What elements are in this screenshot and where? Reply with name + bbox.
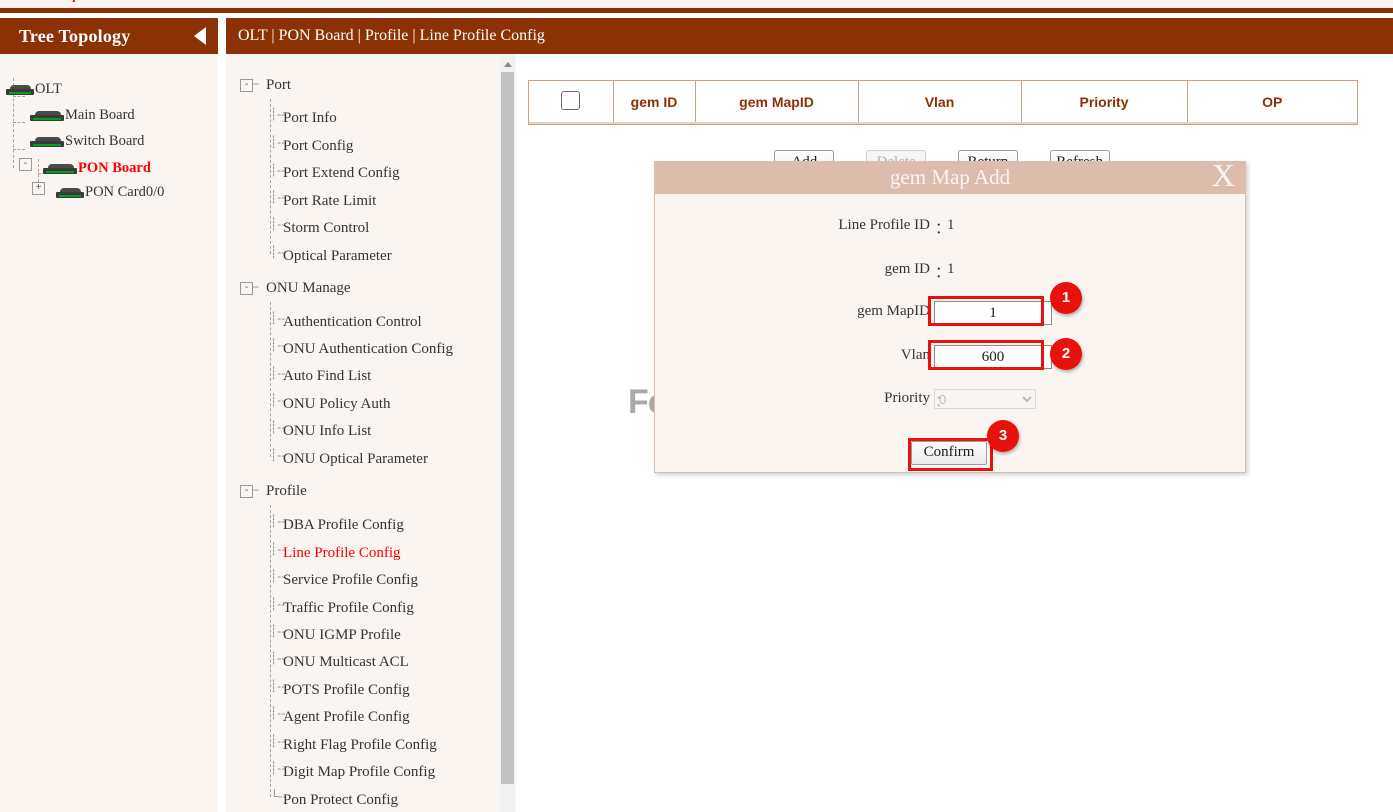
dialog-title-bar: gem Map Add X [655, 162, 1245, 194]
menu-item-optical-parameter[interactable]: Optical Parameter [283, 248, 392, 265]
field-row-line-profile-id: Line Profile ID ： 1 [655, 217, 1245, 241]
menu-item-right-flag-profile-config[interactable]: Right Flag Profile Config [283, 737, 437, 754]
menu-item-agent-profile-config[interactable]: Agent Profile Config [283, 709, 410, 726]
table-header-vlan: Vlan [858, 81, 1021, 123]
tree-node-olt[interactable]: OLT [6, 79, 62, 99]
navigation-menu-panel: - – Port ┊-- Port Info ┊-- Port Config ┊… [226, 54, 516, 812]
gem-mapid-label: gem MapID [655, 303, 930, 320]
menu-item-onu-authentication-config[interactable]: ONU Authentication Config [283, 341, 453, 358]
menu-item-auto-find-list[interactable]: Auto Find List [283, 368, 371, 385]
tree-connector [13, 122, 25, 123]
gem-id-label: gem ID [655, 261, 930, 278]
table-header-gem-mapid: gem MapID [695, 81, 858, 123]
highlight-vlan [928, 340, 1044, 370]
menu-group-onu-manage[interactable]: ONU Manage [266, 280, 351, 297]
priority-dropdown: 0 [934, 389, 1036, 409]
menu-item-onu-optical-parameter[interactable]: ONU Optical Parameter [283, 451, 428, 468]
annotation-badge-1: 1 [1050, 282, 1082, 314]
menu-item-onu-policy-auth[interactable]: ONU Policy Auth [283, 396, 391, 413]
tree-node-label: PON Board [78, 160, 151, 176]
tree-node-switch-board[interactable]: Switch Board [30, 131, 144, 151]
dialog-title: gem Map Add [655, 165, 1245, 190]
table-header-priority: Priority [1021, 81, 1187, 123]
field-row-gem-id: gem ID ： 1 [655, 261, 1245, 285]
highlight-confirm [908, 438, 993, 471]
device-board-icon [30, 109, 64, 121]
table-header-gem-id: gem ID [613, 81, 695, 123]
tree-topology-header: Tree Topology [0, 18, 218, 54]
gem-id-value: 1 [947, 261, 955, 278]
vlan-label: Vlan [655, 347, 930, 364]
menu-scrollbar-thumb[interactable] [501, 72, 514, 784]
menu-group-profile[interactable]: Profile [266, 483, 307, 500]
tree-node-pon-board[interactable]: PON Board [43, 158, 151, 178]
menu-item-port-extend-config[interactable]: Port Extend Config [283, 165, 400, 182]
annotation-badge-2: 2 [1050, 338, 1082, 370]
menu-item-pon-protect-config[interactable]: Pon Protect Config [283, 792, 398, 809]
menu-item-port-info[interactable]: Port Info [283, 110, 337, 127]
device-board-icon [30, 135, 64, 147]
highlight-gem-mapid [928, 296, 1044, 326]
menu-item-storm-control[interactable]: Storm Control [283, 220, 369, 237]
tree-node-pon-card[interactable]: PON Card0/0 [56, 182, 164, 202]
menu-item-service-profile-config[interactable]: Service Profile Config [283, 572, 418, 589]
triangle-left-icon[interactable] [194, 27, 206, 45]
navigation-menu-list: - – Port ┊-- Port Info ┊-- Port Config ┊… [226, 54, 498, 812]
top-divider-rule [0, 8, 1393, 13]
close-icon[interactable]: X [1212, 159, 1235, 191]
device-card-icon [56, 186, 84, 198]
priority-label: Priority [655, 390, 930, 407]
tree-topology-title: Tree Topology [19, 26, 130, 47]
menu-item-onu-igmp-profile[interactable]: ONU IGMP Profile [283, 627, 401, 644]
menu-item-authentication-control[interactable]: Authentication Control [283, 314, 422, 331]
table-header-row: gem ID gem MapID Vlan Priority OP [529, 81, 1357, 123]
top-strip-text-fragment: i [72, 0, 76, 6]
menu-item-port-config[interactable]: Port Config [283, 138, 353, 155]
device-olt-icon [6, 83, 34, 95]
table-header-select-all [529, 81, 613, 123]
line-profile-id-label: Line Profile ID [655, 217, 930, 234]
menu-group-port[interactable]: Port [266, 77, 291, 94]
tree-node-main-board[interactable]: Main Board [30, 105, 135, 125]
tree-expander-pon-card[interactable]: + [32, 182, 45, 195]
checkbox-unchecked-icon[interactable] [561, 91, 580, 110]
menu-item-digit-map-profile-config[interactable]: Digit Map Profile Config [283, 764, 435, 781]
breadcrumb: OLT | PON Board | Profile | Line Profile… [238, 27, 545, 45]
table-header-op: OP [1187, 81, 1357, 123]
tree-topology-body: OLT Main Board Switch Board - PON Board … [0, 54, 218, 812]
device-board-icon [43, 162, 77, 174]
tree-node-label: OLT [35, 81, 62, 97]
tree-node-label: Switch Board [65, 133, 144, 149]
line-profile-id-value: 1 [947, 217, 955, 234]
annotation-badge-3: 3 [987, 420, 1019, 452]
tree-node-label: Main Board [65, 107, 135, 123]
breadcrumb-bar: OLT | PON Board | Profile | Line Profile… [226, 18, 1393, 54]
tree-expander-pon-board[interactable]: - [19, 158, 32, 171]
tree-connector [13, 149, 25, 150]
tree-topology-panel: Tree Topology OLT Main Board Switch Boar… [0, 18, 218, 812]
menu-item-dba-profile-config[interactable]: DBA Profile Config [283, 517, 404, 534]
tree-node-label: PON Card0/0 [85, 184, 164, 200]
gem-map-table: gem ID gem MapID Vlan Priority OP [529, 81, 1357, 124]
menu-item-line-profile-config[interactable]: Line Profile Config [283, 545, 400, 562]
menu-item-onu-info-list[interactable]: ONU Info List [283, 423, 371, 440]
menu-item-port-rate-limit[interactable]: Port Rate Limit [283, 193, 376, 210]
chevron-up-icon[interactable] [501, 57, 514, 71]
menu-item-traffic-profile-config[interactable]: Traffic Profile Config [283, 600, 414, 617]
gem-map-table-container: gem ID gem MapID Vlan Priority OP [528, 80, 1358, 125]
menu-item-pots-profile-config[interactable]: POTS Profile Config [283, 682, 410, 699]
menu-item-onu-multicast-acl[interactable]: ONU Multicast ACL [283, 654, 409, 671]
